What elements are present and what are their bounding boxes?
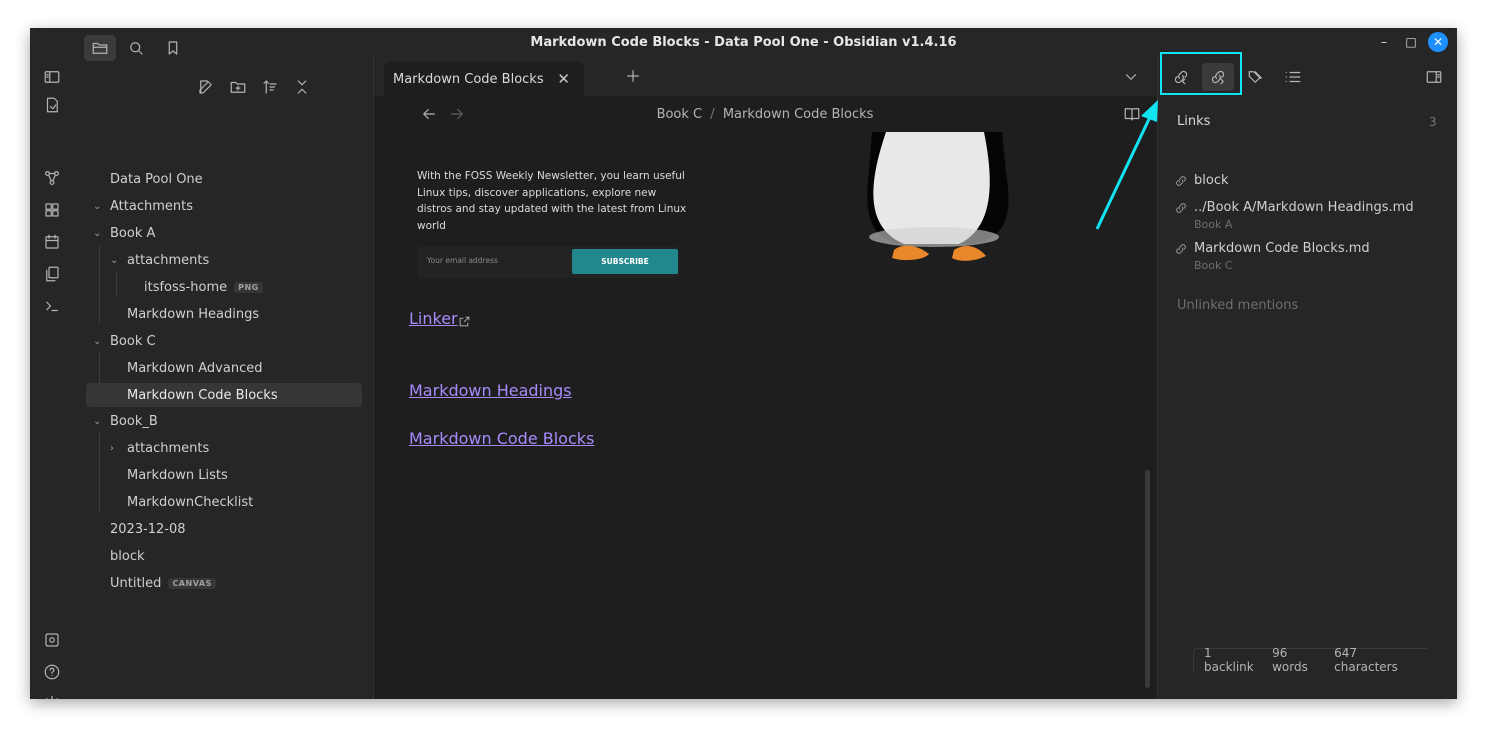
link-name: ../Book A/Markdown Headings.md bbox=[1194, 200, 1414, 215]
canvas-icon[interactable] bbox=[41, 199, 63, 221]
right-sidebar: Links 3 block ../Book A/Markdown Heading… bbox=[1157, 56, 1457, 699]
graph-view-icon[interactable] bbox=[41, 167, 63, 189]
tab-markdown-code-blocks[interactable]: Markdown Code Blocks ✕ bbox=[384, 62, 584, 96]
tree-file-2023-12-08[interactable]: 2023-12-08 bbox=[86, 517, 362, 541]
link-name: block bbox=[1194, 173, 1229, 188]
tree-folder-attachments[interactable]: ⌄ attachments bbox=[86, 248, 362, 272]
character-count: 647 characters bbox=[1334, 646, 1398, 674]
tree-file-markdown-headings[interactable]: Markdown Headings bbox=[86, 302, 362, 326]
window-title: Markdown Code Blocks - Data Pool One - O… bbox=[530, 34, 957, 50]
view-header: Book C / Markdown Code Blocks bbox=[374, 96, 1156, 132]
vault-name[interactable]: Data Pool One bbox=[86, 167, 362, 191]
reading-view-icon[interactable] bbox=[1121, 103, 1143, 125]
chevron-down-icon: ⌄ bbox=[93, 415, 102, 427]
unlinked-mentions[interactable]: Unlinked mentions bbox=[1177, 298, 1298, 313]
link-name: Markdown Code Blocks.md bbox=[1194, 241, 1370, 256]
newsletter-signup: Your email address SUBSCRIBE bbox=[417, 246, 679, 278]
link-icon bbox=[1176, 244, 1186, 254]
tab-label: Markdown Code Blocks bbox=[393, 71, 544, 87]
newsletter-text: With the FOSS Weekly Newsletter, you lea… bbox=[417, 170, 687, 232]
links-count: 3 bbox=[1429, 115, 1437, 129]
new-note-icon[interactable] bbox=[195, 76, 217, 98]
tree-file-untitled[interactable]: Untitled CANVAS bbox=[86, 571, 362, 595]
note-link-markdown-code-blocks[interactable]: Markdown Code Blocks bbox=[409, 429, 594, 448]
tree-folder-attachments[interactable]: › attachments bbox=[86, 436, 362, 460]
tree-file-markdown-checklist[interactable]: MarkdownChecklist bbox=[86, 490, 362, 514]
breadcrumb-current[interactable]: Markdown Code Blocks bbox=[723, 107, 874, 122]
close-tab-icon[interactable]: ✕ bbox=[557, 70, 570, 88]
note-content: With the FOSS Weekly Newsletter, you lea… bbox=[374, 132, 1144, 699]
link-icon bbox=[1176, 203, 1186, 213]
daily-note-icon[interactable] bbox=[41, 231, 63, 253]
vault-icon[interactable] bbox=[41, 629, 63, 651]
tree-folder-book-b[interactable]: ⌄ Book_B bbox=[86, 409, 362, 433]
chevron-right-icon: › bbox=[110, 442, 114, 454]
link-icon bbox=[1176, 176, 1186, 186]
title-bar: Markdown Code Blocks - Data Pool One - O… bbox=[30, 28, 1457, 56]
chevron-down-icon: ⌄ bbox=[93, 200, 102, 212]
obsidian-window: Markdown Code Blocks - Data Pool One - O… bbox=[30, 28, 1457, 699]
editor-scrollbar[interactable] bbox=[1145, 470, 1150, 688]
file-type-badge: PNG bbox=[234, 281, 263, 293]
settings-icon[interactable] bbox=[41, 693, 63, 699]
editor-pane: Markdown Code Blocks ✕ Book C / Markdown… bbox=[374, 56, 1156, 699]
links-heading: Links bbox=[1177, 114, 1211, 129]
tree-folder-book-c[interactable]: ⌄ Book C bbox=[86, 329, 362, 353]
tree-file-itsfoss-home[interactable]: itsfoss-home PNG bbox=[86, 275, 362, 299]
file-explorer-pane: Data Pool One ⌄ Attachments ⌄ Book A ⌄ atta… bbox=[74, 35, 374, 699]
word-count: 96 words bbox=[1272, 646, 1308, 674]
tree-file-markdown-advanced[interactable]: Markdown Advanced bbox=[86, 356, 362, 380]
tree-file-markdown-lists[interactable]: Markdown Lists bbox=[86, 463, 362, 487]
tux-penguin-image bbox=[867, 132, 1009, 261]
backlink-count[interactable]: 1 backlink bbox=[1204, 646, 1262, 674]
email-field[interactable]: Your email address bbox=[427, 256, 498, 265]
tree-folder-book-a[interactable]: ⌄ Book A bbox=[86, 221, 362, 245]
templates-icon[interactable] bbox=[41, 263, 63, 285]
subscribe-button[interactable]: SUBSCRIBE bbox=[572, 249, 678, 274]
right-sidebar-icon[interactable] bbox=[1423, 66, 1445, 88]
ribbon bbox=[30, 56, 75, 699]
search-icon[interactable] bbox=[125, 37, 147, 59]
highlight-box bbox=[1160, 52, 1242, 95]
tree-file-markdown-code-blocks[interactable]: Markdown Code Blocks bbox=[86, 383, 362, 407]
note-link-linker[interactable]: Linker bbox=[409, 309, 458, 328]
breadcrumb-separator: / bbox=[710, 107, 715, 122]
tags-icon[interactable] bbox=[1245, 66, 1267, 88]
bookmark-icon[interactable] bbox=[162, 37, 184, 59]
link-folder: Book A bbox=[1194, 218, 1233, 231]
link-folder: Book C bbox=[1194, 259, 1233, 272]
new-folder-icon[interactable] bbox=[227, 76, 249, 98]
outline-icon[interactable] bbox=[1282, 66, 1304, 88]
maximize-button[interactable]: □ bbox=[1401, 32, 1421, 52]
chevron-down-icon[interactable] bbox=[1120, 66, 1142, 88]
close-window-button[interactable]: ✕ bbox=[1428, 32, 1448, 52]
external-link-icon bbox=[458, 313, 471, 332]
status-bar: 1 backlink 96 words 647 characters bbox=[1193, 646, 1427, 674]
note-link-markdown-headings[interactable]: Markdown Headings bbox=[409, 381, 572, 400]
file-type-badge: CANVAS bbox=[168, 577, 216, 589]
breadcrumb-parent[interactable]: Book C bbox=[657, 107, 703, 122]
tree-file-block[interactable]: block bbox=[86, 544, 362, 568]
open-quick-switcher-icon[interactable] bbox=[41, 94, 63, 116]
folder-icon[interactable] bbox=[84, 35, 116, 61]
chevron-down-icon: ⌄ bbox=[110, 254, 119, 266]
sort-icon[interactable] bbox=[259, 76, 281, 98]
tree-folder-attachments[interactable]: ⌄ Attachments bbox=[86, 194, 362, 218]
minimize-button[interactable]: – bbox=[1374, 32, 1394, 52]
chevron-down-icon: ⌄ bbox=[93, 227, 102, 239]
help-icon[interactable] bbox=[41, 661, 63, 683]
terminal-icon[interactable] bbox=[41, 295, 63, 317]
breadcrumb: Book C / Markdown Code Blocks bbox=[374, 107, 1156, 122]
sidebar-toggle-icon[interactable] bbox=[41, 66, 63, 88]
tab-bar: Markdown Code Blocks ✕ bbox=[374, 56, 1156, 96]
collapse-all-icon[interactable] bbox=[291, 76, 313, 98]
plus-icon[interactable] bbox=[622, 65, 644, 87]
chevron-down-icon: ⌄ bbox=[93, 335, 102, 347]
